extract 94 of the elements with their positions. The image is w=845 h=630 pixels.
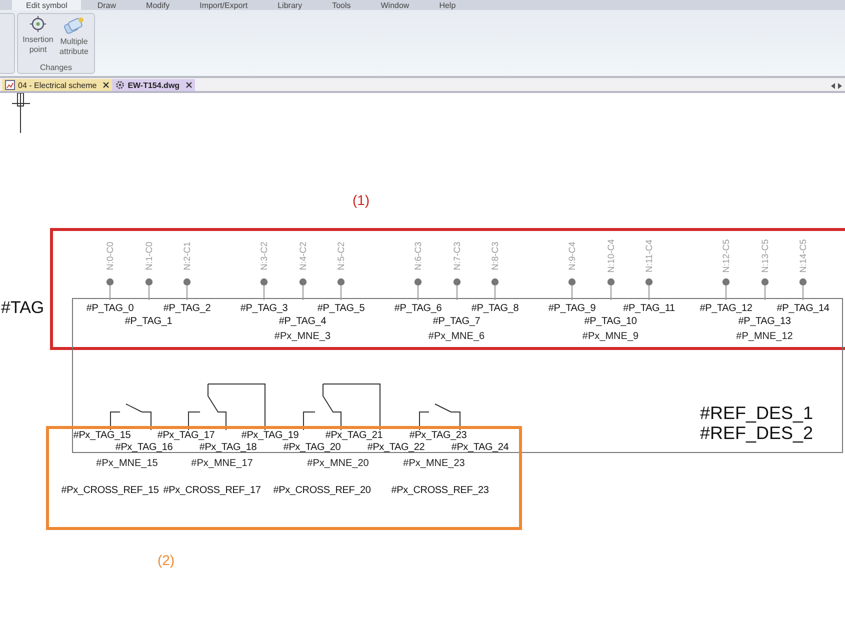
- pin-tag: #P_TAG_2: [163, 303, 211, 314]
- left-arrow-icon[interactable]: [831, 83, 835, 89]
- mnemonic-label: #Px_MNE_17: [191, 458, 253, 469]
- pin-connector: [106, 278, 114, 300]
- document-tab[interactable]: EW-T154.dwg: [112, 79, 195, 91]
- pin-tag: #P_TAG_5: [317, 303, 365, 314]
- pin-tag: #P_TAG_10: [584, 316, 637, 327]
- ribbon-button[interactable]: Insertion point: [21, 16, 55, 63]
- pin-connector: [606, 278, 614, 300]
- pin-tag: #P_TAG_7: [432, 316, 480, 327]
- pin-tag: #P_TAG_1: [124, 316, 172, 327]
- pin-tag: #P_TAG_9: [548, 303, 596, 314]
- menu-tab[interactable]: Edit symbol: [12, 0, 82, 10]
- menu-tab[interactable]: Help: [425, 0, 470, 10]
- contact-tag: #Px_TAG_17: [157, 430, 215, 441]
- pin-connector: [183, 278, 191, 300]
- close-icon[interactable]: [102, 82, 109, 88]
- pin-tag: #P_TAG_11: [623, 303, 675, 314]
- pin-connector: [452, 278, 460, 300]
- pin-label: N:13-C5: [760, 239, 770, 273]
- mnemonic-label: #Px_MNE_23: [403, 458, 465, 469]
- callout-label: (2): [157, 552, 175, 568]
- cross-reference: #Px_CROSS_REF_20: [273, 485, 371, 496]
- pin-label: N:6-C3: [413, 242, 423, 270]
- pin-tag: #P_TAG_14: [776, 303, 830, 314]
- group-label: Changes: [38, 63, 74, 72]
- pin-connector: [144, 278, 152, 300]
- mnemonic-label: #Px_MNE_3: [274, 331, 331, 342]
- document-tab[interactable]: 04 - Electrical scheme: [2, 79, 112, 91]
- menu-tab[interactable]: Window: [366, 0, 424, 10]
- pin-connector: [337, 278, 345, 300]
- contact-tag: #Px_TAG_16: [115, 442, 173, 453]
- pin-label: N:7-C3: [452, 242, 462, 270]
- close-icon[interactable]: [186, 82, 192, 88]
- reference-designation: #REF_DES_2: [700, 423, 814, 443]
- pin-connector: [760, 278, 768, 300]
- pin-label: N:0-C0: [105, 242, 115, 270]
- cross-reference: #Px_CROSS_REF_15: [61, 485, 159, 496]
- pin-tag: #P_TAG_4: [278, 316, 326, 327]
- pin-connector: [799, 278, 807, 300]
- menu-tab[interactable]: Draw: [83, 0, 130, 10]
- pin-label: N:5-C2: [336, 242, 346, 270]
- crosshair-circle-icon: [30, 16, 46, 32]
- mnemonic-label: #Px_MNE_9: [582, 331, 639, 342]
- pin-connector: [645, 278, 653, 300]
- pin-label: N:11-C4: [644, 240, 654, 272]
- contact-tag: #Px_TAG_23: [409, 430, 467, 441]
- mnemonic-label: #Px_MNE_15: [96, 458, 158, 469]
- ribbon-button[interactable]: Multiple attribute: [57, 16, 91, 63]
- menu-tab[interactable]: Library: [264, 0, 316, 10]
- contact-tag: #Px_TAG_20: [283, 442, 341, 453]
- callout-label: (1): [352, 192, 370, 208]
- pin-tag: #P_TAG_6: [394, 303, 442, 314]
- mnemonic-label: #P_MNE_12: [736, 331, 793, 342]
- contact-tag: #Px_TAG_22: [367, 442, 425, 453]
- gear-icon: [114, 80, 125, 90]
- pin-label: N:4-C2: [298, 242, 308, 270]
- mnemonic-label: #Px_MNE_6: [428, 331, 485, 342]
- pin-label: N:9-C4: [567, 242, 577, 270]
- pin-connector: [414, 278, 422, 300]
- pin-label: N:1-C0: [144, 242, 154, 270]
- pin-tag: #P_TAG_3: [240, 303, 288, 314]
- pin-label: N:14-C5: [798, 239, 808, 273]
- reference-designation: #REF_DES_1: [700, 403, 814, 423]
- contact-tag: #Px_TAG_21: [325, 430, 383, 441]
- chart-image-icon: [5, 80, 15, 90]
- pin-tag: #P_TAG_12: [700, 303, 752, 314]
- crosshair-cursor-icon: [12, 93, 30, 133]
- mnemonic-label: #Px_MNE_20: [307, 458, 369, 469]
- pin-connector: [722, 278, 730, 300]
- menu-tab[interactable]: Modify: [132, 0, 184, 10]
- pin-label: N:2-C1: [182, 242, 192, 270]
- pin-connector: [491, 278, 499, 300]
- contact-tag: #Px_TAG_24: [451, 442, 509, 453]
- pin-tag: #P_TAG_8: [471, 303, 519, 314]
- pin-tag: #P_TAG_0: [86, 303, 134, 314]
- pin-label: N:12-C5: [721, 239, 731, 273]
- stacked-tags-icon: [63, 16, 85, 34]
- pin-connector: [298, 278, 306, 300]
- contact-tag: #Px_TAG_19: [241, 430, 299, 441]
- pin-label: N:8-C3: [490, 242, 500, 270]
- cross-reference: #Px_CROSS_REF_17: [163, 485, 261, 496]
- contact-tag: #Px_TAG_15: [73, 430, 131, 441]
- pin-label: N:3-C2: [259, 242, 269, 270]
- pin-connector: [260, 278, 268, 300]
- pin-connector: [568, 278, 576, 300]
- menu-tab[interactable]: Tools: [318, 0, 365, 10]
- tag-label: #TAG: [1, 298, 44, 318]
- contact-tag: #Px_TAG_18: [199, 442, 257, 453]
- right-arrow-icon[interactable]: [838, 83, 842, 89]
- menu-tab[interactable]: Import/Export: [186, 0, 262, 10]
- cross-reference: #Px_CROSS_REF_23: [391, 485, 489, 496]
- pin-tag: #P_TAG_13: [738, 316, 791, 327]
- pin-label: N:10-C4: [606, 239, 616, 273]
